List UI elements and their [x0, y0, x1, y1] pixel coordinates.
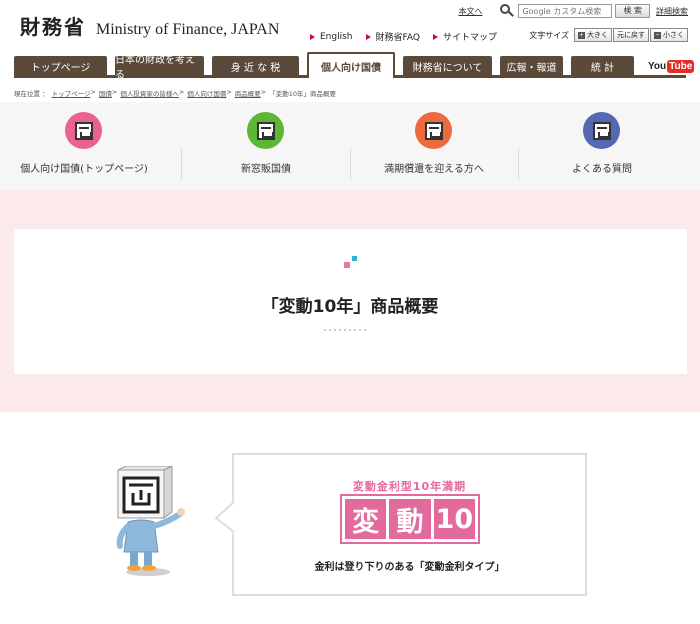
tab-top-page[interactable]: トップページ [14, 56, 107, 76]
breadcrumb-sep: > [178, 88, 185, 96]
decoration-square-pink [344, 262, 350, 268]
english-link[interactable]: English [310, 32, 353, 42]
breadcrumb-sep: > [226, 88, 232, 96]
face-icon [583, 112, 620, 149]
sitemap-link[interactable]: サイトマップ [432, 30, 497, 43]
breadcrumb-item-top[interactable]: トップページ [52, 88, 91, 98]
youtube-logo-you: You [648, 60, 667, 72]
speech-bubble-tail [215, 500, 235, 534]
faq-link-label: 財務省FAQ [375, 33, 420, 43]
breadcrumb-current: 「変動10年」商品概要 [269, 90, 336, 98]
face-icon [65, 112, 102, 149]
local-nav-item-maturity[interactable]: 満期償還を迎える方へ [350, 102, 518, 190]
font-smaller-button[interactable]: − 小さく [650, 28, 688, 42]
font-reset-button[interactable]: 元に戻す [613, 28, 649, 42]
breadcrumb-item-individual-bonds[interactable]: 個人向け国債 [187, 88, 226, 98]
breadcrumb-item-overview[interactable]: 商品概要 [235, 88, 261, 98]
product-logo: 変 動 10 [340, 494, 480, 544]
sitemap-link-label: サイトマップ [442, 33, 497, 43]
triangle-right-icon [365, 33, 371, 40]
local-nav-label: よくある質問 [572, 164, 632, 175]
tab-statistics[interactable]: 統 計 [571, 56, 634, 76]
product-logo-char: 変 [345, 499, 387, 539]
tab-individual-bonds[interactable]: 個人向け国債 [307, 52, 395, 78]
breadcrumb-item-bonds[interactable]: 国債 [99, 88, 112, 98]
breadcrumb-sep: > [111, 88, 118, 96]
local-nav-item-top[interactable]: 個人向け国債(トップページ) [0, 102, 168, 190]
breadcrumb-sep: > [260, 88, 267, 96]
font-larger-label: 大きく [587, 32, 608, 39]
breadcrumb-item-investors[interactable]: 個人投資家の皆様へ [120, 88, 179, 98]
search-icon [500, 4, 515, 18]
skip-to-content-link[interactable]: 本文へ [458, 6, 482, 17]
triangle-right-icon [432, 33, 438, 40]
face-icon [415, 112, 452, 149]
tab-familiar-tax[interactable]: 身 近 な 税 [212, 56, 299, 76]
font-reset-label: 元に戻す [617, 32, 645, 39]
font-size-label: 文字サイズ [529, 30, 569, 40]
tab-japan-finance[interactable]: 日本の財政を考える [115, 55, 204, 81]
youtube-logo-tube: Tube [667, 59, 695, 73]
bubble-description: 金利は登り下りのある「変動金利タイプ」 [314, 562, 505, 573]
faq-link[interactable]: 財務省FAQ [365, 30, 420, 43]
dotted-divider [324, 329, 369, 331]
mascot-character [116, 466, 185, 576]
breadcrumb-sep: > [90, 88, 96, 96]
product-logo-char: 動 [389, 499, 431, 539]
plus-icon: + [578, 31, 585, 39]
advanced-search-link[interactable]: 詳細検索 [656, 6, 688, 17]
english-link-label: English [320, 31, 353, 42]
search-input[interactable] [518, 4, 613, 18]
tab-about-ministry[interactable]: 財務省について [403, 56, 492, 76]
page-title: 「変動10年」商品概要 [261, 297, 439, 317]
utility-top-bar: 本文へ 検 索 詳細検索 [458, 4, 688, 18]
youtube-link[interactable]: You Tube [648, 58, 695, 74]
font-size-controls: 文字サイズ + 大きく 元に戻す − 小さく [529, 28, 688, 42]
face-icon [247, 112, 284, 149]
tab-press[interactable]: 広報・報道 [500, 56, 563, 76]
font-smaller-label: 小さく [663, 32, 684, 39]
local-nav-item-faq[interactable]: よくある質問 [518, 102, 686, 190]
utility-links: English 財務省FAQ サイトマップ [310, 30, 510, 43]
breadcrumb-prefix: 現在位置 ： [14, 90, 49, 98]
logo-english: Ministry of Finance, JAPAN [96, 21, 280, 38]
local-nav-label: 個人向け国債(トップページ) [20, 164, 148, 175]
local-nav-label: 満期償還を迎える方へ [384, 164, 484, 175]
global-nav: トップページ 日本の財政を考える 身 近 な 税 個人向け国債 財務省について … [0, 52, 700, 81]
minus-icon: − [654, 31, 661, 39]
logo-kanji: 財務省 [20, 15, 86, 39]
local-nav-item-new-bonds[interactable]: 新窓販国債 [182, 102, 350, 190]
font-larger-button[interactable]: + 大きく [574, 28, 612, 42]
local-nav-label: 新窓販国債 [241, 164, 291, 175]
triangle-right-icon [310, 33, 315, 40]
site-logo[interactable]: 財務省 Ministry of Finance, JAPAN [20, 11, 279, 40]
breadcrumb: 現在位置 ： トップページ > 国債 > 個人投資家の皆様へ > 個人向け国債 > 商品… [14, 88, 339, 98]
local-nav: 個人向け国債(トップページ) 新窓販国債 満期償還を迎える方へ よくある質問 [0, 102, 700, 190]
product-logo-char: 10 [433, 499, 475, 539]
search-button[interactable]: 検 索 [615, 4, 650, 18]
product-subheading: 変動金利型10年満期 [352, 480, 467, 493]
decoration-square-blue [352, 256, 357, 261]
